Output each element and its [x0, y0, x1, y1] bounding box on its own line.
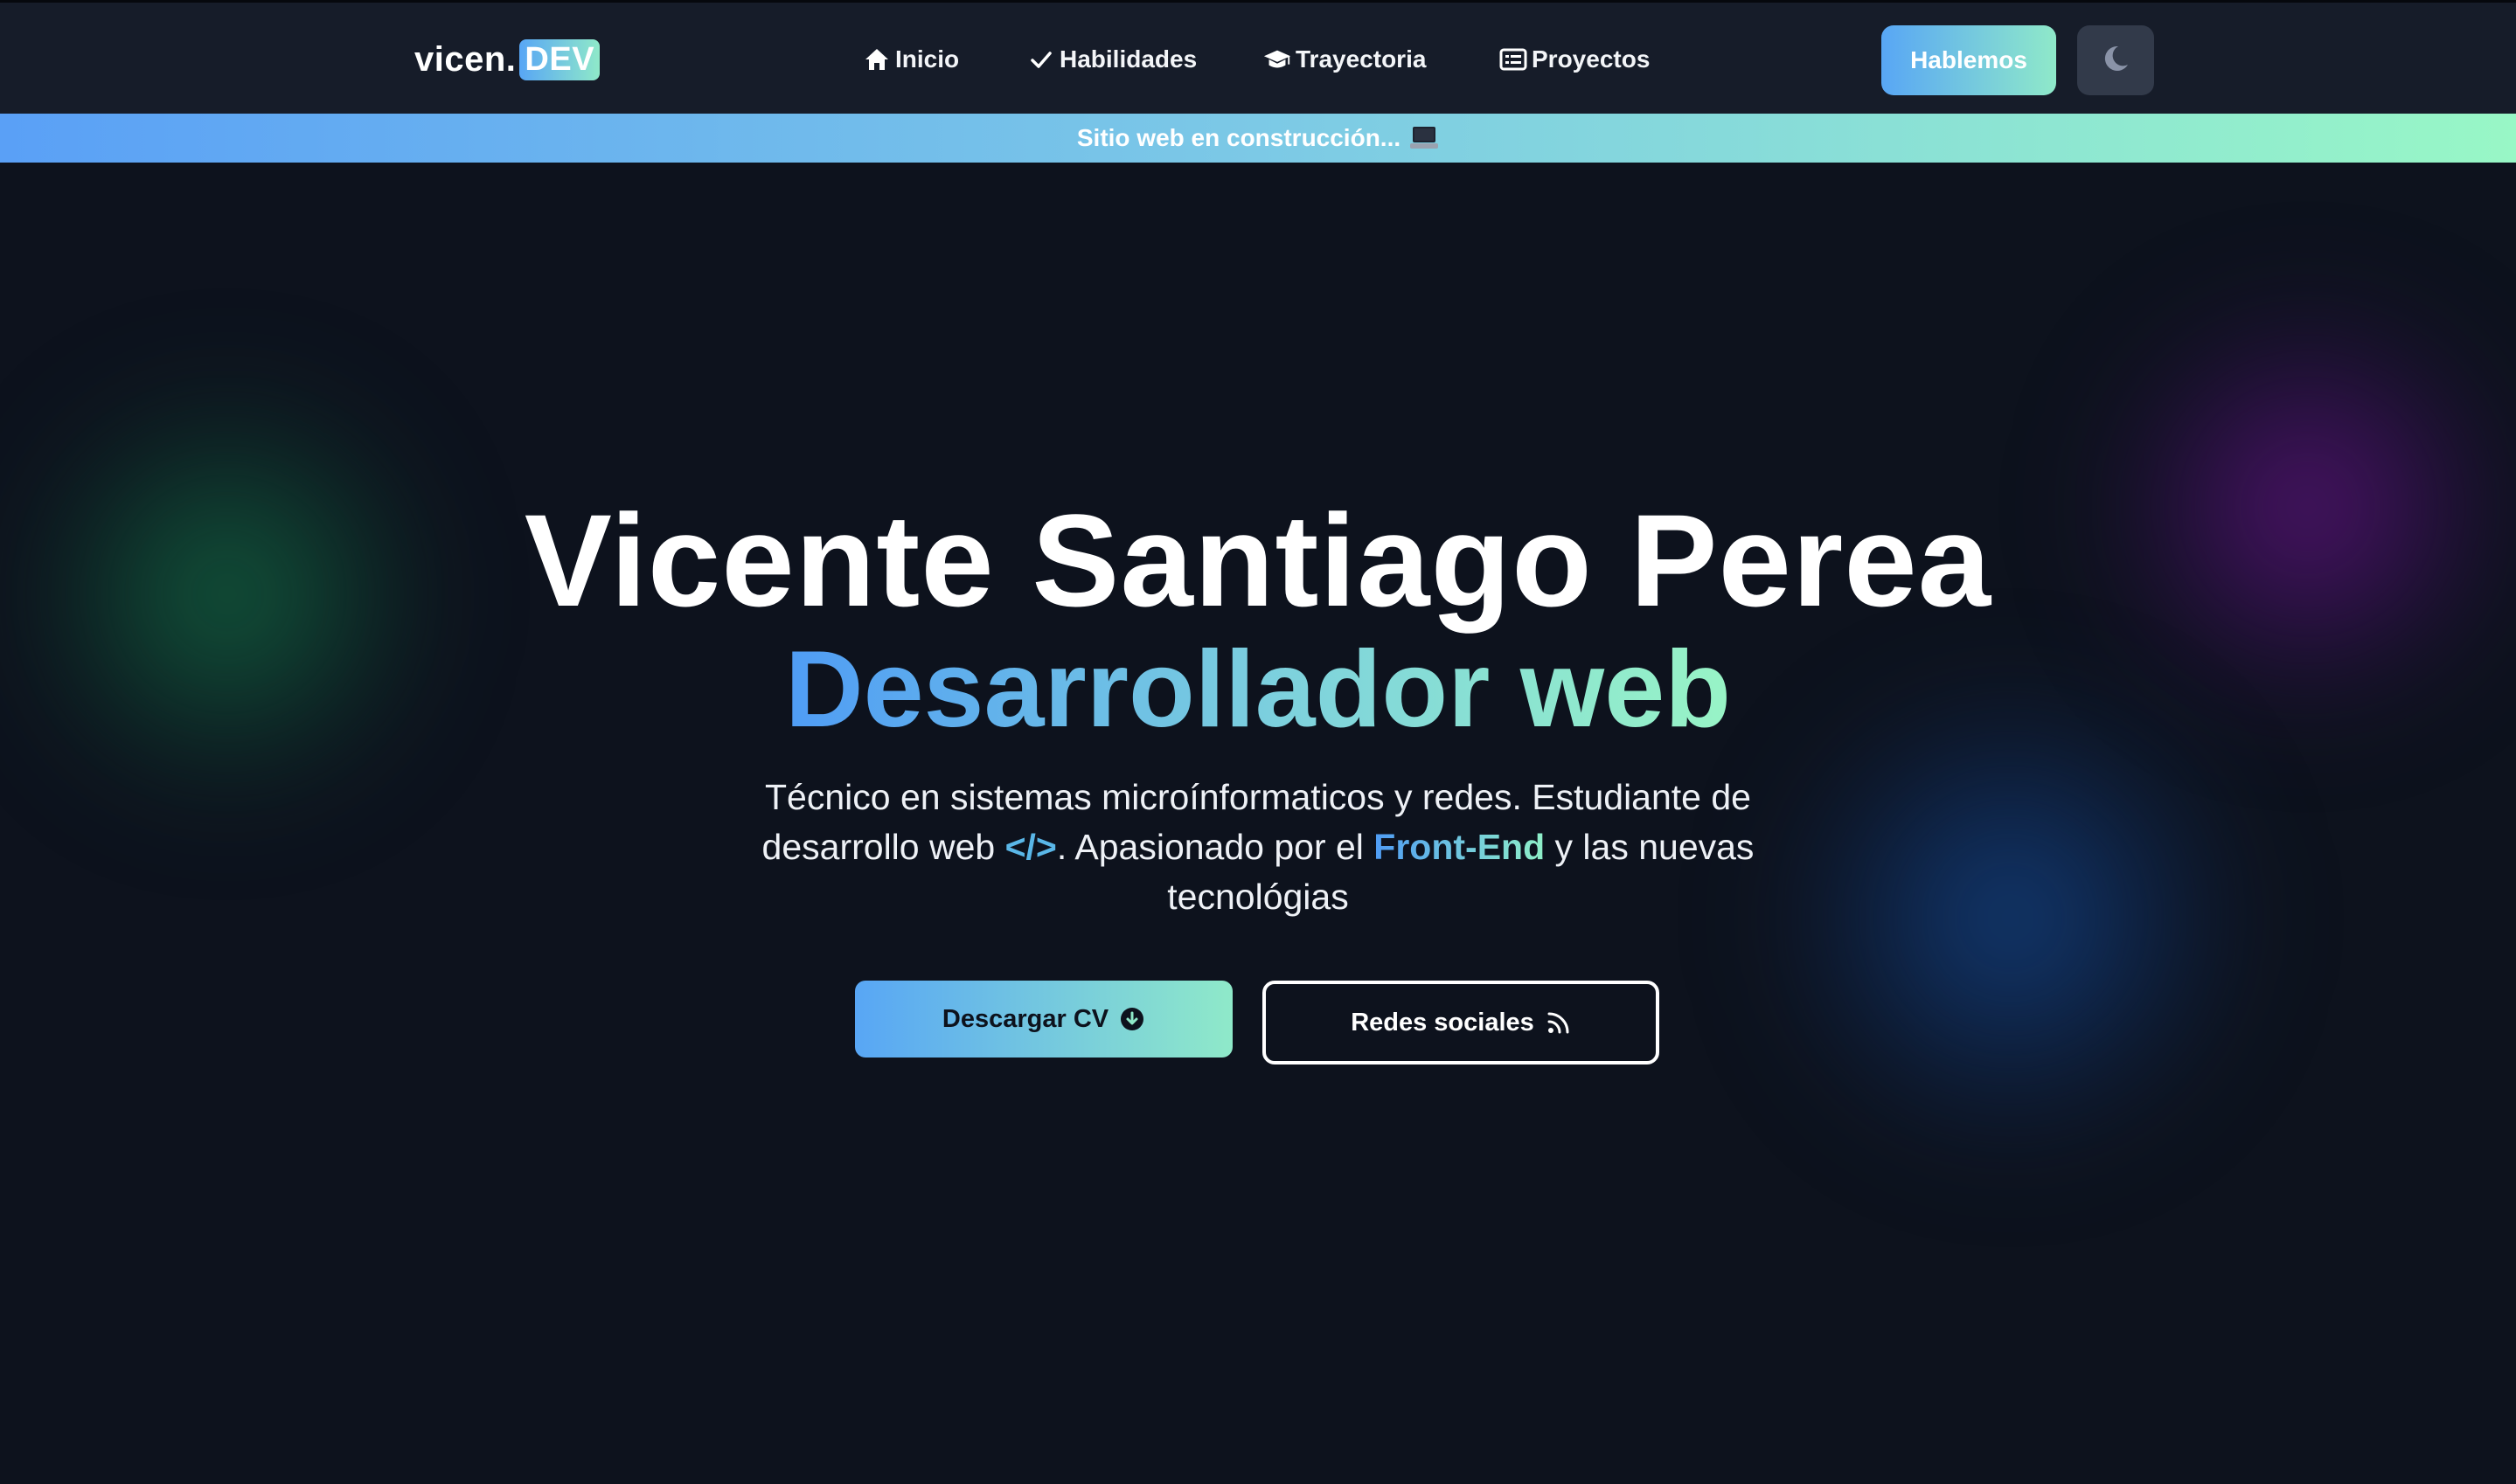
check-icon [1026, 45, 1056, 74]
front-end-highlight: Front-End [1373, 827, 1546, 867]
nav-item-label: Trayectoria [1296, 45, 1427, 73]
list-alt-icon [1498, 45, 1528, 74]
logo-badge: DEV [519, 38, 601, 80]
site-header: vicen. DEV Inicio Habilidades Trayectori… [0, 0, 2516, 114]
site-logo[interactable]: vicen. DEV [414, 36, 601, 83]
laptop-icon [1409, 125, 1439, 151]
nav-item-habilidades[interactable]: Habilidades [1026, 38, 1197, 81]
social-networks-label: Redes sociales [1351, 1008, 1534, 1037]
hero-name: Vicente Santiago Perea [524, 487, 1992, 634]
nav-item-label: Habilidades [1060, 45, 1198, 73]
social-networks-button[interactable]: Redes sociales [1262, 981, 1659, 1064]
logo-text: vicen. [414, 39, 517, 79]
hero-role: Desarrollador web [0, 624, 2516, 755]
nav-item-proyectos[interactable]: Proyectos [1498, 38, 1650, 81]
download-cv-label: Descargar CV [942, 1004, 1109, 1033]
theme-toggle-button[interactable] [2077, 25, 2154, 95]
home-icon [862, 45, 892, 74]
nav-item-label: Inicio [895, 45, 960, 73]
rss-icon [1546, 1010, 1571, 1035]
hero-description: Técnico en sistemas microínformaticos y … [752, 773, 1764, 922]
moon-icon [2101, 44, 2130, 77]
nav-item-inicio[interactable]: Inicio [862, 38, 959, 81]
hero-desc-part2: . Apasionado por el [1056, 827, 1374, 867]
construction-banner: Sitio web en construcción... [0, 114, 2516, 163]
nav-item-trayectoria[interactable]: Trayectoria [1262, 38, 1426, 81]
nav-item-label: Proyectos [1532, 45, 1651, 73]
hero-role-text: Desarrollador web [785, 629, 1731, 750]
graduation-cap-icon [1262, 45, 1292, 74]
download-circle-icon [1119, 1006, 1145, 1032]
hablemos-button[interactable]: Hablemos [1881, 25, 2056, 95]
page: vicen. DEV Inicio Habilidades Trayectori… [0, 0, 2516, 1484]
code-tag-icon: </> [1004, 827, 1057, 867]
download-cv-button[interactable]: Descargar CV [855, 981, 1233, 1058]
banner-text: Sitio web en construcción... [1076, 124, 1401, 151]
